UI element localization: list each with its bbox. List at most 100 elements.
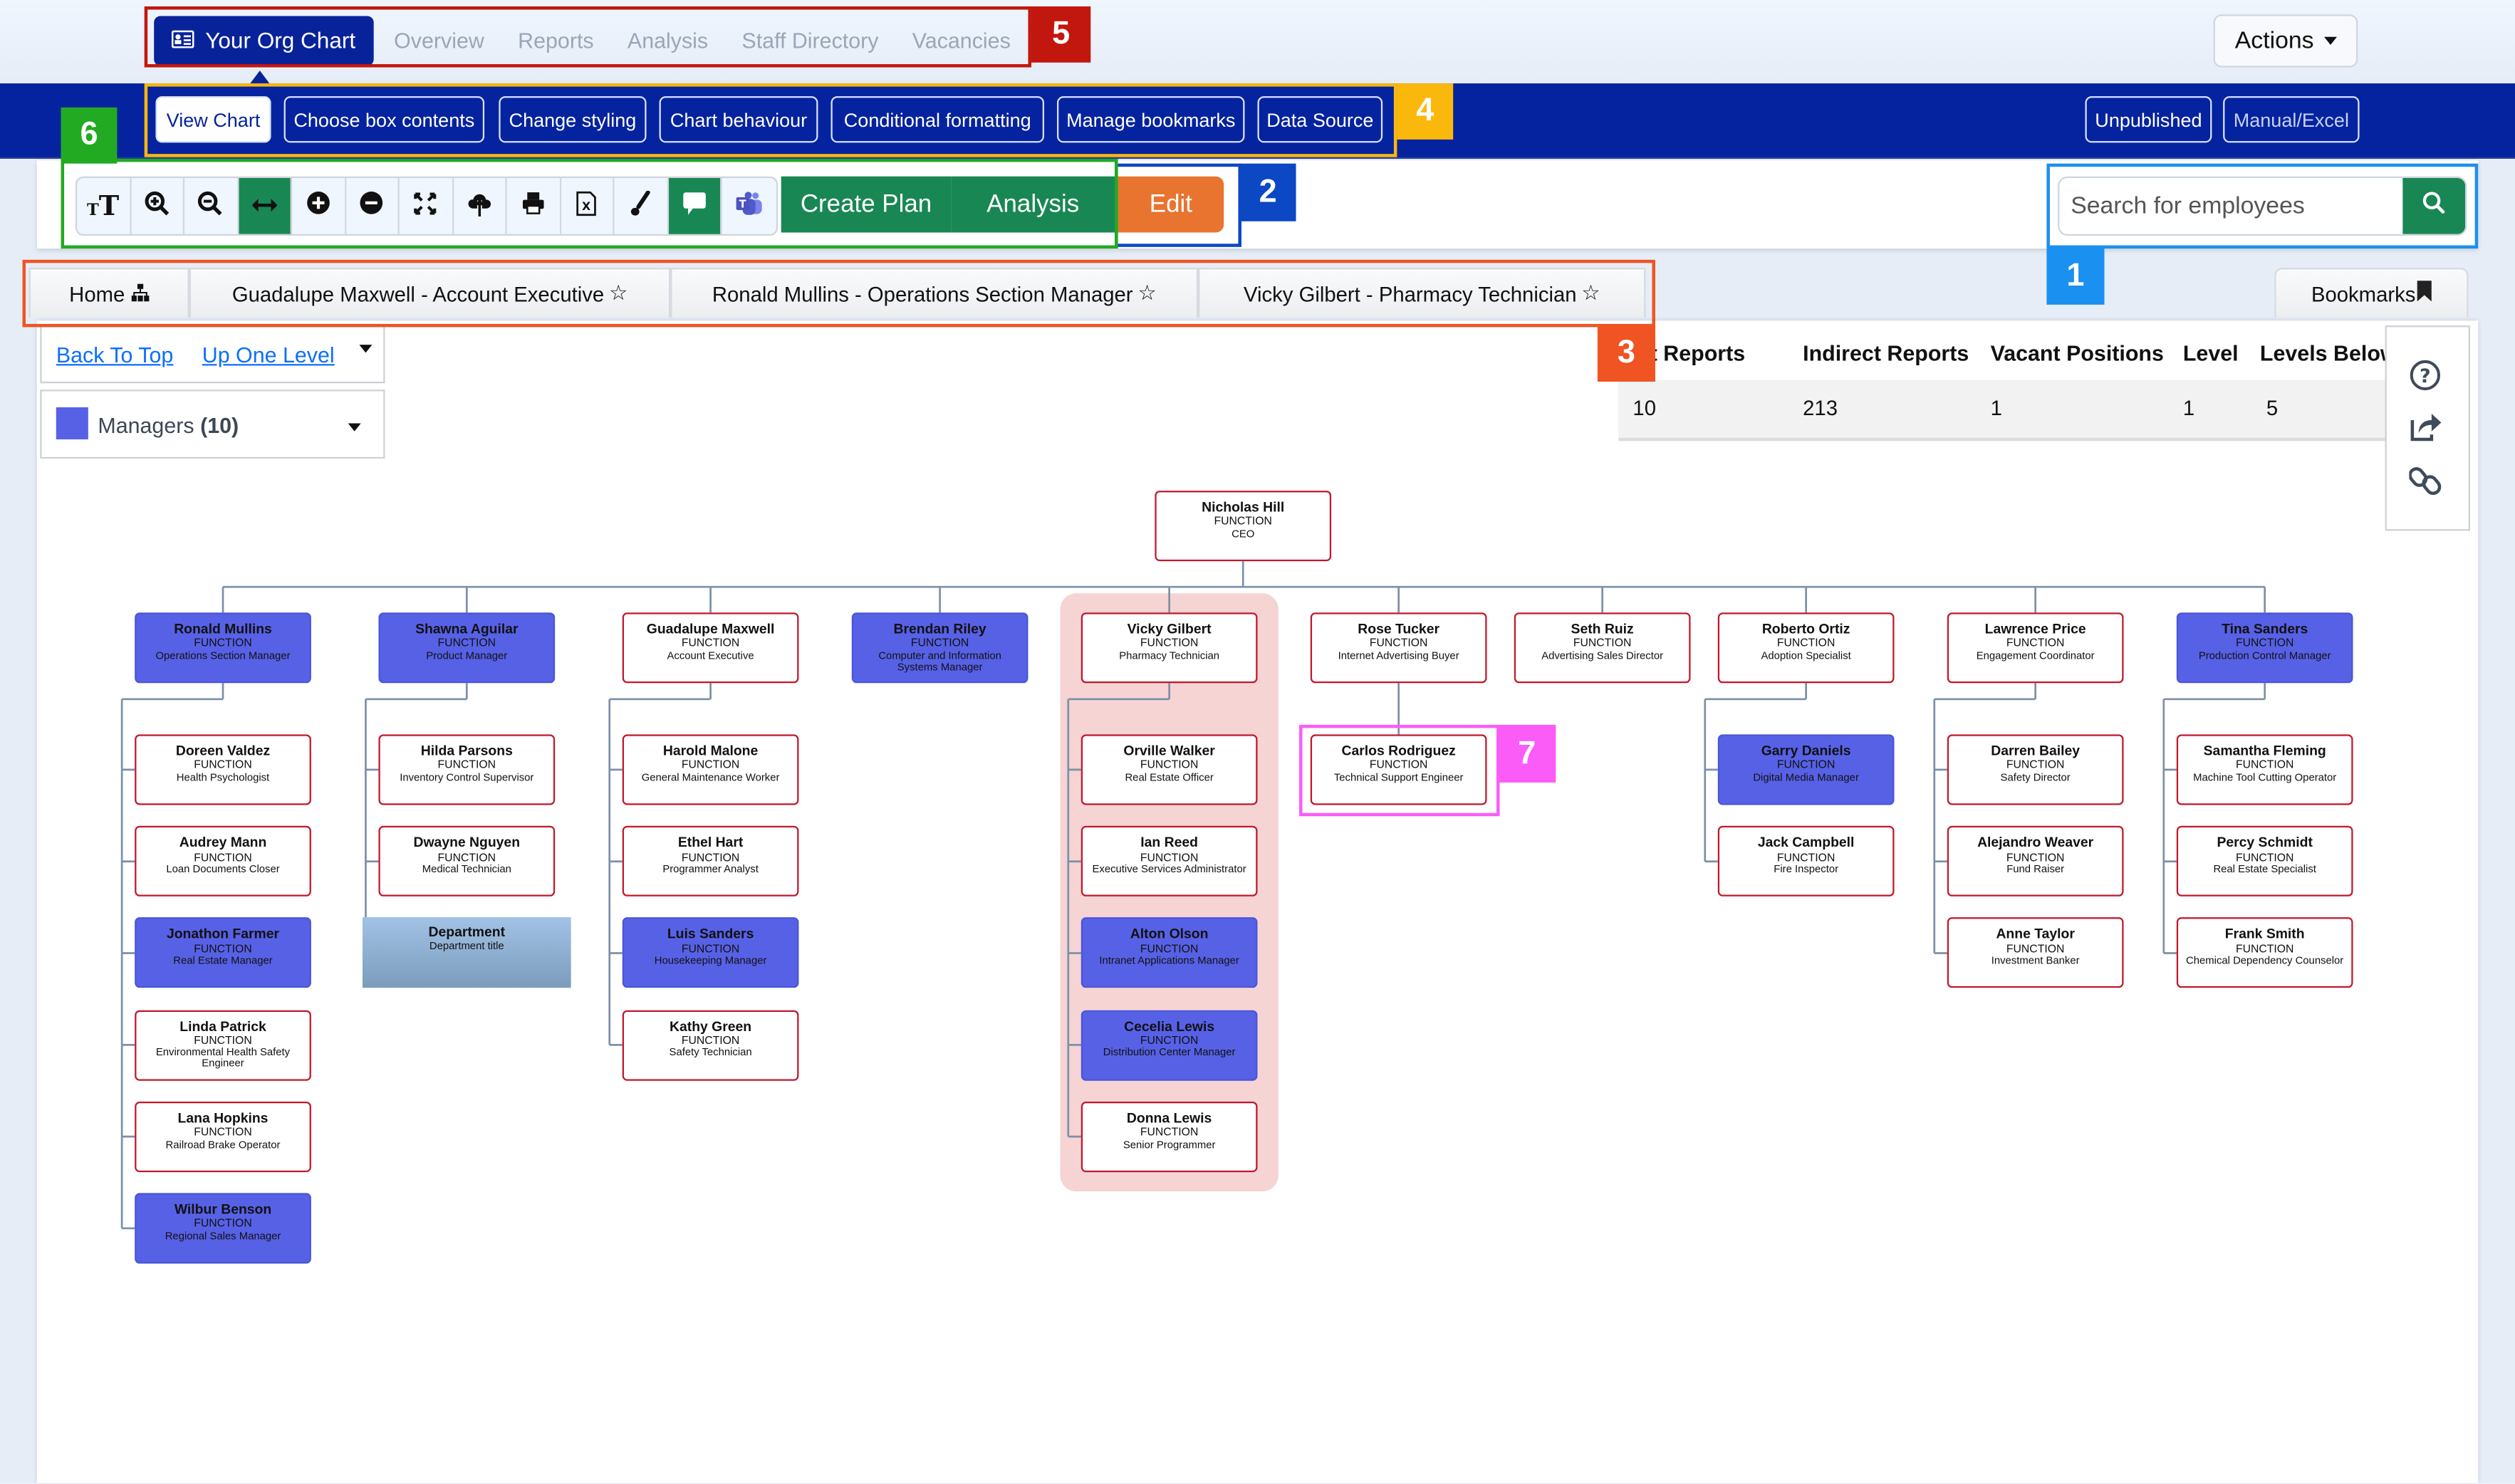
employee-title: Real Estate Specialist: [2213, 864, 2316, 876]
callout-1-frame: [2046, 163, 2479, 249]
employee-node[interactable]: Nicholas Hill FUNCTION CEO: [1155, 491, 1332, 562]
employee-function: FUNCTION: [2235, 761, 2294, 772]
callout-7-badge: 7: [1498, 724, 1556, 783]
employee-title: Real Estate Officer: [1125, 772, 1214, 784]
employee-title: Health Psychologist: [176, 772, 270, 784]
employee-title: Internet Advertising Buyer: [1338, 650, 1459, 662]
employee-name: Ethel Hart: [677, 834, 744, 850]
employee-function: FUNCTION: [1776, 638, 1836, 650]
employee-node[interactable]: Linda Patrick FUNCTION Environmental Healt…: [135, 1009, 311, 1080]
employee-name: Jonathon Farmer: [166, 926, 280, 942]
employee-node[interactable]: Donna Lewis FUNCTION Senior Programmer: [1081, 1101, 1258, 1172]
employee-node[interactable]: Dwayne Nguyen FUNCTION Medical Technician: [378, 826, 556, 897]
employee-function: FUNCTION: [1369, 638, 1428, 650]
employee-title: Distribution Center Manager: [1103, 1047, 1236, 1059]
employee-title: CEO: [1232, 528, 1255, 540]
callout-7-frame: [1299, 724, 1500, 817]
employee-title: Regional Sales Manager: [165, 1230, 281, 1243]
employee-node[interactable]: Garry Daniels FUNCTION Digital Media Manag…: [1717, 734, 1895, 805]
employee-title: Executive Services Administrator: [1092, 864, 1246, 876]
employee-function: FUNCTION: [910, 638, 969, 650]
employee-node[interactable]: Alton Olson FUNCTION Intranet Applications…: [1081, 917, 1258, 989]
employee-title: Safety Technician: [669, 1047, 752, 1059]
employee-node[interactable]: Hilda Parsons FUNCTION Inventory Control S…: [378, 734, 556, 805]
employee-title: Fire Inspector: [1774, 864, 1839, 876]
employee-function: FUNCTION: [437, 761, 496, 772]
employee-name: Kathy Green: [670, 1018, 752, 1034]
employee-node[interactable]: Lawrence Price FUNCTION Engagement Coordin…: [1947, 612, 2124, 684]
employee-name: Ian Reed: [1140, 834, 1198, 850]
employee-node[interactable]: Guadalupe Maxwell FUNCTION Account Executi…: [622, 612, 799, 684]
employee-function: FUNCTION: [194, 761, 252, 772]
employee-node[interactable]: Shawna Aguilar FUNCTION Product Manager: [378, 612, 556, 684]
employee-name: Luis Sanders: [667, 926, 754, 942]
employee-name: Rose Tucker: [1358, 620, 1440, 637]
employee-node[interactable]: Percy Schmidt FUNCTION Real Estate Special…: [2176, 826, 2353, 897]
employee-name: Tina Sanders: [2222, 620, 2308, 637]
employee-name: Dwayne Nguyen: [413, 834, 521, 850]
employee-name: Alejandro Weaver: [1977, 834, 2094, 850]
employee-node[interactable]: Jonathon Farmer FUNCTION Real Estate Manag…: [135, 917, 311, 989]
employee-title: Loan Documents Closer: [166, 864, 280, 876]
employee-function: FUNCTION: [1140, 1127, 1199, 1139]
org-chart-app: Your Org Chart Overview Reports Analysis…: [0, 0, 2515, 1484]
employee-title: Operations Section Manager: [155, 650, 291, 662]
employee-node[interactable]: Ronald Mullins FUNCTION Operations Section…: [135, 612, 311, 684]
department-node[interactable]: Department Department title: [362, 917, 571, 989]
employee-name: Department: [428, 924, 506, 941]
employee-node[interactable]: Alejandro Weaver FUNCTION Fund Raiser: [1947, 826, 2124, 897]
employee-node[interactable]: Samantha Fleming FUNCTION Machine Tool Cut…: [2176, 734, 2353, 805]
employee-node[interactable]: Lana Hopkins FUNCTION Railroad Brake Opera…: [135, 1101, 311, 1172]
employee-title: Investment Banker: [1991, 956, 2080, 968]
employee-name: Linda Patrick: [179, 1018, 266, 1034]
employee-title: Fund Raiser: [2006, 864, 2065, 876]
employee-title: Digital Media Manager: [1753, 772, 1859, 784]
employee-node[interactable]: Frank Smith FUNCTION Chemical Dependency C…: [2176, 917, 2353, 989]
employee-name: Garry Daniels: [1761, 742, 1851, 759]
employee-title: Account Executive: [667, 650, 754, 662]
employee-node[interactable]: Wilbur Benson FUNCTION Regional Sales Mana…: [135, 1193, 311, 1264]
employee-name: Nicholas Hill: [1202, 498, 1285, 515]
employee-name: Audrey Mann: [179, 834, 267, 850]
employee-node[interactable]: Tina Sanders FUNCTION Production Control M…: [2176, 612, 2353, 684]
employee-node[interactable]: Luis Sanders FUNCTION Housekeeping Manager: [622, 917, 799, 989]
employee-function: FUNCTION: [1776, 761, 1836, 772]
employee-name: Samantha Fleming: [2203, 742, 2326, 759]
employee-name: Alton Olson: [1130, 926, 1209, 942]
employee-function: FUNCTION: [1214, 516, 1272, 528]
employee-node[interactable]: Rose Tucker FUNCTION Internet Advertising …: [1310, 612, 1487, 684]
employee-node[interactable]: Doreen Valdez FUNCTION Health Psychologist: [135, 734, 311, 805]
employee-name: Cecelia Lewis: [1124, 1018, 1215, 1034]
employee-node[interactable]: Roberto Ortiz FUNCTION Adoption Specialist: [1717, 612, 1895, 684]
employee-name: Lana Hopkins: [177, 1109, 269, 1126]
employee-name: Brendan Riley: [893, 620, 986, 637]
employee-name: Seth Ruiz: [1571, 620, 1634, 637]
employee-node[interactable]: Harold Malone FUNCTION General Maintenance…: [622, 734, 799, 805]
employee-node[interactable]: Orville Walker FUNCTION Real Estate Office…: [1081, 734, 1258, 805]
employee-title: Computer and Information Systems Manager: [878, 650, 1001, 673]
employee-title: Chemical Dependency Counselor: [2186, 956, 2344, 968]
callout-3-frame: [22, 259, 1655, 328]
employee-function: FUNCTION: [2006, 761, 2065, 772]
employee-name: Ronald Mullins: [174, 620, 272, 637]
employee-node[interactable]: Jack Campbell FUNCTION Fire Inspector: [1717, 826, 1895, 897]
employee-name: Darren Bailey: [1991, 742, 2081, 759]
employee-node[interactable]: Brendan Riley FUNCTION Computer and Inform…: [851, 612, 1029, 684]
employee-node[interactable]: Ian Reed FUNCTION Executive Services Admin…: [1081, 826, 1258, 897]
employee-title: Railroad Brake Operator: [165, 1139, 281, 1151]
employee-title: General Maintenance Worker: [641, 772, 780, 784]
employee-node[interactable]: Darren Bailey FUNCTION Safety Director: [1947, 734, 2124, 805]
employee-node[interactable]: Kathy Green FUNCTION Safety Technician: [622, 1009, 799, 1080]
employee-function: FUNCTION: [194, 638, 252, 650]
employee-node[interactable]: Seth Ruiz FUNCTION Advertising Sales Direc…: [1514, 612, 1691, 684]
employee-function: FUNCTION: [2235, 638, 2294, 650]
employee-node[interactable]: Anne Taylor FUNCTION Investment Banker: [1947, 917, 2124, 989]
employee-node[interactable]: Vicky Gilbert FUNCTION Pharmacy Technician: [1081, 612, 1258, 684]
employee-name: Harold Malone: [662, 742, 759, 759]
employee-node[interactable]: Ethel Hart FUNCTION Programmer Analyst: [622, 826, 799, 897]
employee-title: Medical Technician: [422, 864, 511, 876]
employee-node[interactable]: Audrey Mann FUNCTION Loan Documents Closer: [135, 826, 311, 897]
employee-node[interactable]: Cecelia Lewis FUNCTION Distribution Center…: [1081, 1009, 1258, 1080]
employee-function: FUNCTION: [681, 638, 740, 650]
employee-function: FUNCTION: [194, 1219, 252, 1230]
